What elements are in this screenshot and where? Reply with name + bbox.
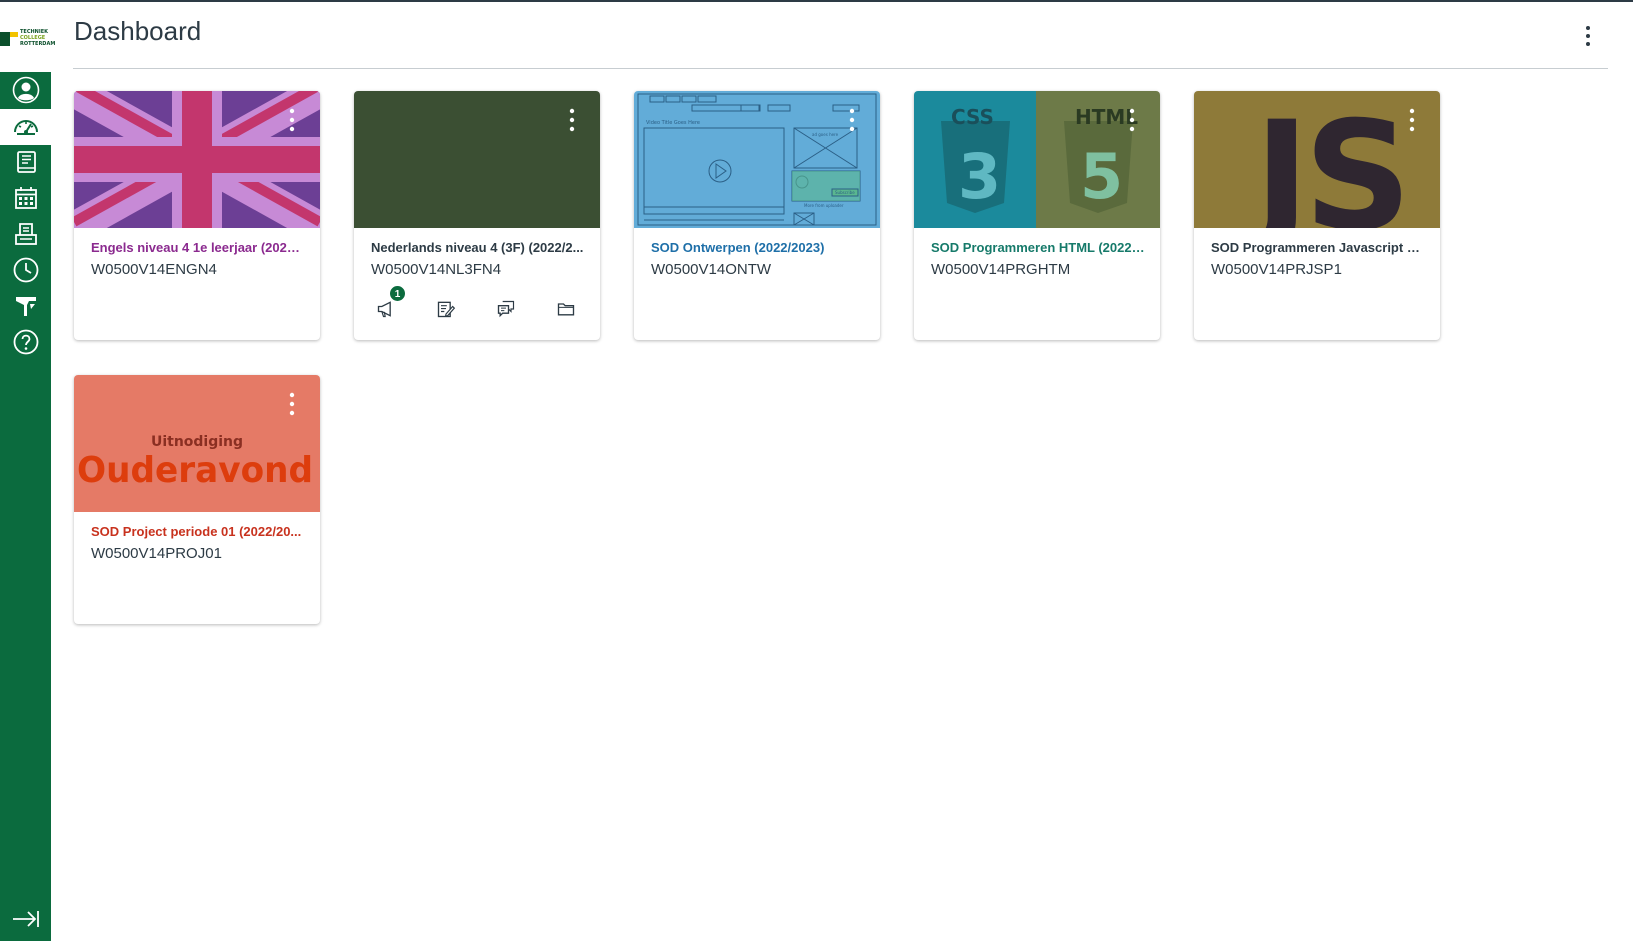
css-logo-number: 3 <box>958 140 1001 213</box>
wireframe-image: Video Title Goes Here ad goes here Subsc… <box>634 91 880 228</box>
course-code: W0500V14ENGN4 <box>91 261 217 278</box>
nav-courses[interactable] <box>0 144 51 180</box>
global-navigation: TECHNIEK COLLEGE ROTTERDAM <box>0 2 55 941</box>
course-card[interactable]: Nederlands niveau 4 (3F) (2022/2... W050… <box>354 91 600 340</box>
course-code: W0500V14PROJ01 <box>91 545 222 562</box>
announcement-icon <box>377 301 391 318</box>
css-logo-text: CSS <box>951 105 994 129</box>
dashboard-options-icon[interactable] <box>1578 22 1598 50</box>
header-divider <box>73 68 1608 69</box>
clock-icon <box>13 257 38 283</box>
nav-calendar[interactable] <box>0 180 51 216</box>
nav-dashboard[interactable] <box>0 109 51 145</box>
files-button[interactable] <box>552 295 580 323</box>
course-title[interactable]: SOD Programmeren HTML (2022/... <box>931 240 1146 255</box>
nav-help[interactable] <box>0 324 51 360</box>
union-jack-image <box>74 91 320 228</box>
course-code: W0500V14ONTW <box>651 261 772 278</box>
course-code: W0500V14PRJSP1 <box>1211 261 1342 278</box>
logo-mark <box>0 32 10 46</box>
school-logo[interactable]: TECHNIEK COLLEGE ROTTERDAM <box>0 2 55 72</box>
course-title[interactable]: SOD Programmeren Javascript per... <box>1211 240 1426 255</box>
unread-badge: 1 <box>389 285 406 302</box>
wireframe-ad-label: ad goes here <box>812 132 839 137</box>
course-title[interactable]: Engels niveau 4 1e leerjaar (2022/... <box>91 240 306 255</box>
wireframe-subscribe-label: Subscribe <box>835 190 855 195</box>
card-options-icon[interactable] <box>1405 107 1419 133</box>
collapse-arrow-icon[interactable] <box>11 907 41 931</box>
nav-account[interactable] <box>0 72 51 108</box>
card-options-icon[interactable] <box>285 107 299 133</box>
course-card[interactable]: Video Title Goes Here ad goes here Subsc… <box>634 91 880 340</box>
course-code: W0500V14NL3FN4 <box>371 261 502 278</box>
js-logo-text: JS <box>1245 91 1406 228</box>
studio-icon <box>15 297 36 316</box>
inbox-icon <box>14 223 37 245</box>
invitation-big-text: Ouderavond <box>77 450 313 491</box>
help-icon <box>13 329 38 355</box>
js-image: JS <box>1194 91 1440 228</box>
course-code: W0500V14PRGHTM <box>931 261 1071 278</box>
course-card[interactable]: JS SOD Programmeren Javascript per... W0… <box>1194 91 1440 340</box>
card-actions: 1 <box>354 285 600 327</box>
logo-line-3: ROTTERDAM <box>20 41 56 47</box>
assignment-icon <box>437 301 456 318</box>
css-html-image: CSS HTML 3 5 <box>914 91 1160 228</box>
card-options-icon[interactable] <box>845 107 859 133</box>
logo-mark-accent <box>10 32 18 37</box>
course-card[interactable]: Uitnodiging Ouderavond SOD Project perio… <box>74 375 320 624</box>
calendar-icon <box>14 187 37 209</box>
course-image <box>354 91 600 228</box>
html-logo-number: 5 <box>1080 140 1123 213</box>
card-options-icon[interactable] <box>285 391 299 417</box>
course-title[interactable]: Nederlands niveau 4 (3F) (2022/2... <box>371 240 586 255</box>
nav-studio[interactable] <box>0 288 51 324</box>
announcements-button[interactable]: 1 <box>372 285 406 323</box>
page-title: Dashboard <box>74 16 202 46</box>
wireframe-video-title: Video Title Goes Here <box>646 120 700 126</box>
logo-text: TECHNIEK COLLEGE ROTTERDAM <box>20 29 55 47</box>
course-title[interactable]: SOD Ontwerpen (2022/2023) <box>651 240 866 255</box>
card-options-icon[interactable] <box>1125 107 1139 133</box>
discussions-button[interactable] <box>492 295 520 323</box>
nav-inbox[interactable] <box>0 216 51 252</box>
card-options-icon[interactable] <box>565 107 579 133</box>
course-card[interactable]: Engels niveau 4 1e leerjaar (2022/... W0… <box>74 91 320 340</box>
user-avatar-icon <box>12 76 39 104</box>
nav-history[interactable] <box>0 252 51 288</box>
top-border <box>0 0 1633 2</box>
course-card[interactable]: CSS HTML 3 5 SOD Programmeren HTML (2022… <box>914 91 1160 340</box>
invitation-small-text: Uitnodiging <box>151 434 243 450</box>
book-icon <box>16 151 36 173</box>
assignments-button[interactable] <box>432 295 460 323</box>
dashboard-gauge-icon <box>13 120 38 135</box>
ouderavond-image: Uitnodiging Ouderavond <box>74 375 320 512</box>
course-title[interactable]: SOD Project periode 01 (2022/20... <box>91 524 306 539</box>
discussion-icon <box>497 300 515 318</box>
wireframe-more-label: More from uploader <box>804 203 844 208</box>
folder-icon <box>557 303 575 316</box>
